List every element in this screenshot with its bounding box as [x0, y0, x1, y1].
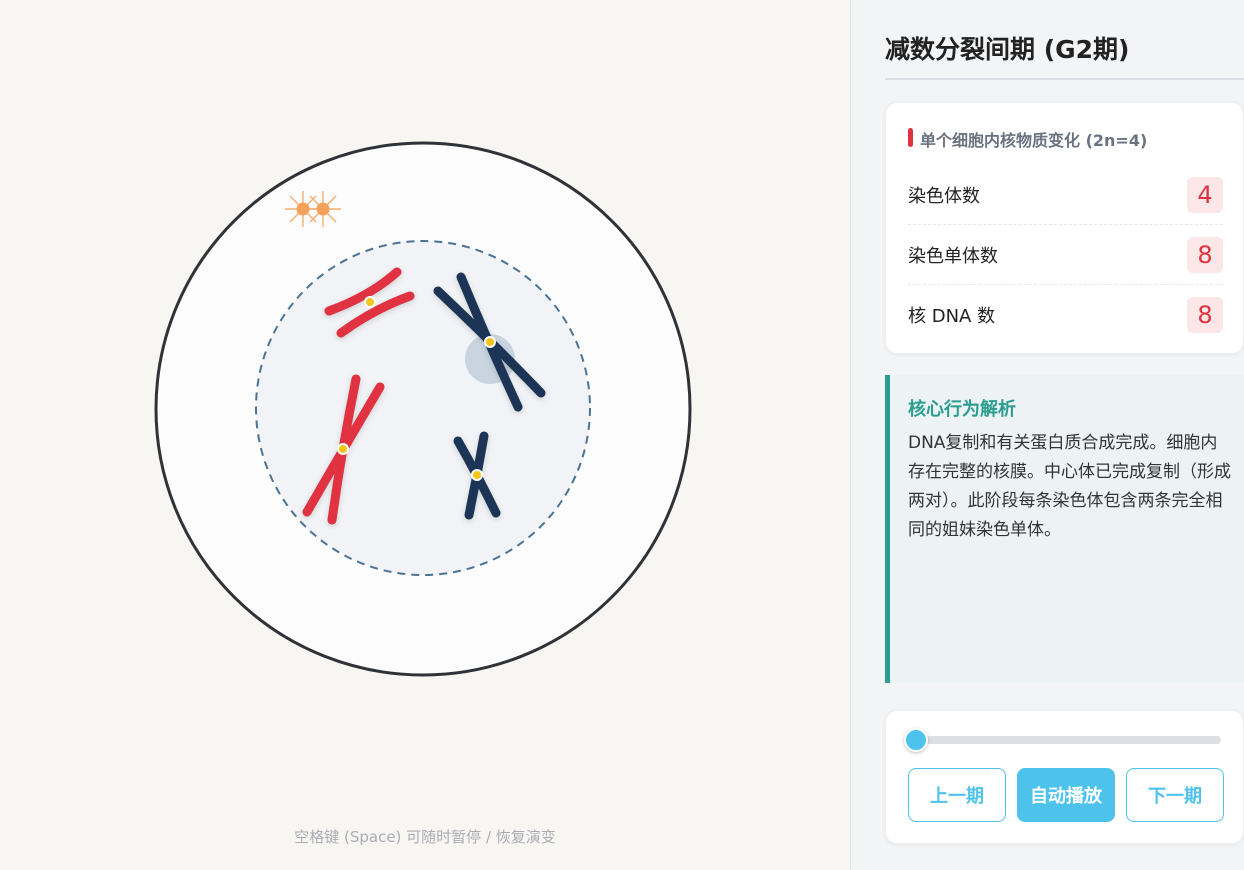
- controls-card: 上一期 自动播放 下一期: [885, 710, 1244, 844]
- count-label: 染色单体数: [908, 245, 998, 267]
- cell-diagram: [154, 141, 692, 677]
- count-label: 核 DNA 数: [908, 306, 996, 327]
- info-panel: 减数分裂间期 (G2期) 单个细胞内核物质变化 (2n=4) 染色体数 4 染色…: [850, 0, 1244, 870]
- count-label: 染色体数: [908, 185, 980, 207]
- progress-slider[interactable]: [904, 728, 1221, 752]
- cell-stage: 空格键 (Space) 可随时暂停 / 恢复演变: [0, 0, 850, 870]
- centromere: [484, 336, 496, 348]
- nuclear-envelope: [255, 240, 591, 576]
- autoplay-button[interactable]: 自动播放: [1017, 768, 1115, 822]
- count-row-chromosomes: 染色体数 4: [908, 165, 1223, 225]
- centromere: [471, 469, 483, 481]
- count-value: 4: [1187, 176, 1223, 213]
- analysis-card: 核心行为解析 DNA复制和有关蛋白质合成完成。细胞内存在完整的核膜。中心体已完成…: [885, 375, 1244, 683]
- centromere: [337, 443, 349, 455]
- counts-card: 单个细胞内核物质变化 (2n=4) 染色体数 4 染色单体数 8 核 DNA 数…: [885, 102, 1244, 354]
- count-row-chromatids: 染色单体数 8: [908, 225, 1223, 285]
- count-value: 8: [1187, 236, 1223, 273]
- analysis-title: 核心行为解析: [908, 399, 1016, 420]
- phase-title: 减数分裂间期 (G2期): [885, 35, 1130, 64]
- centriole-left: [296, 202, 310, 216]
- slider-thumb[interactable]: [904, 728, 928, 752]
- centromere: [364, 296, 376, 308]
- count-value: 8: [1187, 297, 1223, 333]
- prev-phase-button[interactable]: 上一期: [908, 768, 1006, 822]
- analysis-text: DNA复制和有关蛋白质合成完成。细胞内存在完整的核膜。中心体已完成复制（形成两对…: [908, 433, 1231, 540]
- count-row-dna: 核 DNA 数 8: [908, 285, 1223, 345]
- keyboard-hint: 空格键 (Space) 可随时暂停 / 恢复演变: [294, 828, 556, 846]
- next-phase-button[interactable]: 下一期: [1126, 768, 1224, 822]
- centriole-right: [316, 202, 330, 216]
- counts-header: 单个细胞内核物质变化 (2n=4): [908, 127, 1147, 151]
- title-divider: [885, 78, 1244, 80]
